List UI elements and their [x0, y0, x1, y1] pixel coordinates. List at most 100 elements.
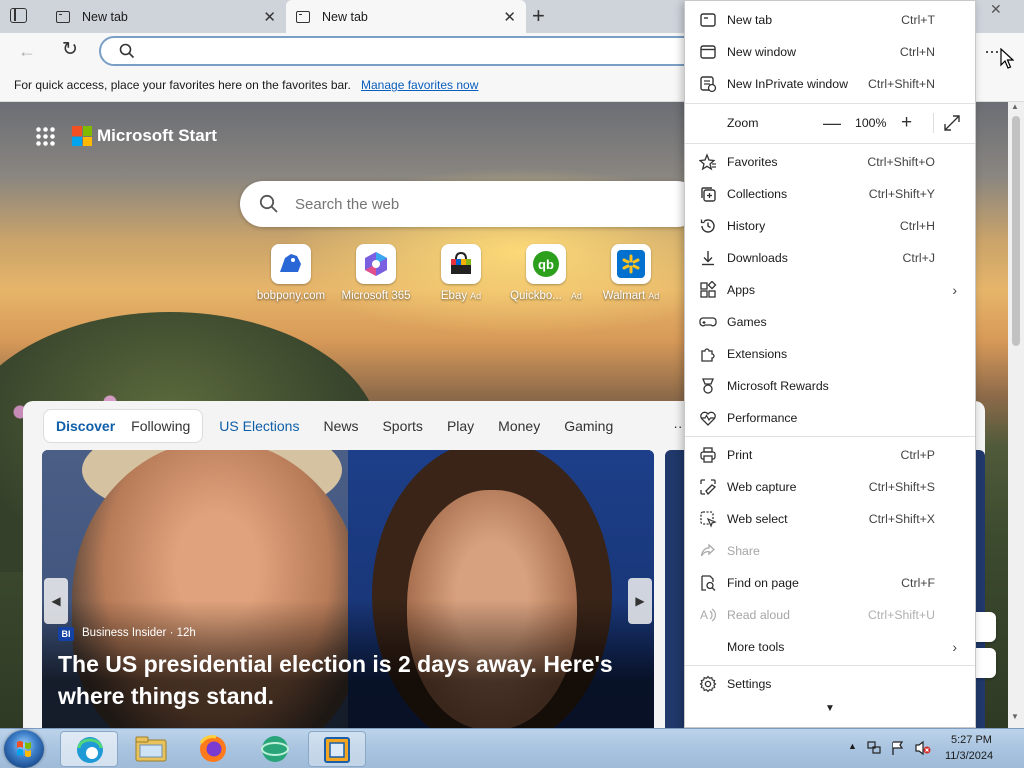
quick-link-bobpony[interactable]: bobpony.com	[251, 244, 331, 302]
menu-item-settings[interactable]: Settings	[685, 668, 975, 700]
menu-item-zoom: Zoom — 100% +	[685, 107, 975, 139]
taskbar-edge-button[interactable]	[60, 731, 118, 767]
menu-item-favorites[interactable]: Favorites Ctrl+Shift+O	[685, 146, 975, 178]
address-bar[interactable]	[99, 36, 759, 66]
favorites-bar-hint: For quick access, place your favorites h…	[14, 78, 351, 92]
menu-item-label: Extensions	[727, 347, 788, 361]
taskbar-virtualbox-button[interactable]	[308, 731, 366, 767]
quick-link-ebay[interactable]: Ebay Ad	[421, 244, 501, 302]
back-button[interactable]: ←	[18, 41, 36, 62]
scroll-up-arrow-icon[interactable]: ▲	[1011, 102, 1019, 111]
refresh-button[interactable]: ↻	[62, 38, 78, 61]
menu-item-new-window[interactable]: New window Ctrl+N	[685, 36, 975, 68]
collections-icon	[701, 187, 716, 202]
menu-item-web-select[interactable]: Web select Ctrl+Shift+X	[685, 503, 975, 535]
zoom-out-button[interactable]: —	[823, 113, 841, 134]
action-center-flag-icon[interactable]	[890, 740, 906, 756]
quickbooks-icon: qb	[526, 244, 566, 284]
menu-item-shortcut: Ctrl+Shift+Y	[868, 187, 935, 201]
web-search-placeholder: Search the web	[295, 196, 400, 213]
settings-and-more-menu: New tab Ctrl+T New window Ctrl+N New InP…	[684, 0, 976, 728]
menu-item-performance[interactable]: Performance	[685, 402, 975, 434]
menu-item-downloads[interactable]: Downloads Ctrl+J	[685, 242, 975, 274]
svg-text:qb: qb	[538, 257, 554, 272]
web-search-box[interactable]: Search the web	[240, 181, 700, 227]
tab-money[interactable]: Money	[498, 418, 540, 434]
app-launcher-icon[interactable]	[35, 126, 55, 146]
manage-favorites-link[interactable]: Manage favorites now	[361, 78, 478, 92]
fullscreen-icon[interactable]	[943, 114, 961, 132]
menu-item-more-tools[interactable]: More tools ›	[685, 631, 975, 663]
settings-and-more-button[interactable]: ···	[984, 41, 1000, 62]
clock-time[interactable]: 5:27 PM	[951, 734, 992, 746]
tab-new-tab-1[interactable]: New tab ✕	[46, 0, 286, 33]
menu-item-web-capture[interactable]: Web capture Ctrl+Shift+S	[685, 471, 975, 503]
mouse-cursor-icon	[1000, 48, 1014, 69]
menu-item-new-inprivate-window[interactable]: New InPrivate window Ctrl+Shift+N	[685, 68, 975, 100]
menu-item-print[interactable]: Print Ctrl+P	[685, 439, 975, 471]
tab-following[interactable]: Following	[123, 418, 198, 434]
read-aloud-icon: A	[700, 608, 716, 622]
volume-muted-icon[interactable]	[914, 740, 932, 756]
feed-mode-toggle: Discover Following	[43, 409, 204, 443]
taskbar-file-explorer-button[interactable]	[122, 731, 180, 767]
menu-item-collections[interactable]: Collections Ctrl+Shift+Y	[685, 178, 975, 210]
extensions-icon	[701, 348, 715, 362]
quick-link-quickbooks[interactable]: qb Quickbo... Ad	[506, 244, 586, 302]
tab-actions-menu-icon[interactable]	[10, 8, 27, 23]
zoom-level: 100%	[855, 116, 887, 130]
window-close-button[interactable]: ✕	[990, 1, 1002, 18]
menu-item-label: New InPrivate window	[727, 77, 848, 91]
clock-date[interactable]: 11/3/2024	[945, 750, 993, 762]
close-tab-icon[interactable]: ✕	[503, 8, 516, 26]
print-icon	[700, 447, 716, 463]
carousel-prev-button[interactable]: ◀	[44, 578, 68, 624]
menu-item-find-on-page[interactable]: Find on page Ctrl+F	[685, 567, 975, 599]
menu-separator	[685, 665, 975, 666]
quick-link-walmart[interactable]: Walmart Ad	[591, 244, 671, 302]
show-hidden-icons-icon[interactable]: ▲	[848, 741, 857, 751]
performance-icon	[700, 411, 716, 426]
menu-item-shortcut: Ctrl+J	[902, 251, 935, 265]
menu-item-games[interactable]: Games	[685, 306, 975, 338]
menu-item-shortcut: Ctrl+F	[901, 576, 935, 590]
tab-news[interactable]: News	[323, 418, 358, 434]
article-headline[interactable]: The US presidential election is 2 days a…	[58, 648, 638, 712]
menu-item-history[interactable]: History Ctrl+H	[685, 210, 975, 242]
menu-item-microsoft-rewards[interactable]: Microsoft Rewards	[685, 370, 975, 402]
history-icon	[700, 219, 715, 233]
quick-link-microsoft-365[interactable]: Microsoft 365	[336, 244, 416, 302]
page-scrollbar[interactable]: ▲ ▼	[1008, 102, 1024, 728]
brand-name[interactable]: Microsoft Start	[97, 126, 217, 146]
network-icon[interactable]	[866, 740, 882, 756]
find-icon	[701, 575, 716, 591]
tab-us-elections[interactable]: US Elections	[219, 418, 299, 434]
scrollbar-thumb[interactable]	[1012, 116, 1020, 346]
quick-link-label: Quickbo...	[510, 290, 562, 302]
hero-news-card[interactable]: ◀ ▶ BI Business Insider · 12h The US pre…	[42, 450, 654, 735]
edge-icon	[77, 737, 103, 763]
carousel-next-button[interactable]: ▶	[628, 578, 652, 624]
menu-item-shortcut: Ctrl+P	[900, 448, 935, 462]
new-tab-button[interactable]: +	[532, 3, 545, 29]
menu-item-extensions[interactable]: Extensions	[685, 338, 975, 370]
scroll-down-arrow-icon[interactable]: ▼	[1011, 712, 1019, 721]
tab-discover[interactable]: Discover	[48, 418, 123, 434]
menu-item-shortcut: Ctrl+Shift+U	[868, 608, 935, 622]
tab-new-tab-2-active[interactable]: New tab ✕	[286, 0, 526, 33]
menu-scroll-down-icon[interactable]: ▼	[825, 703, 835, 714]
app-globe-icon	[261, 736, 289, 762]
article-source: Business Insider · 12h	[82, 627, 196, 639]
tab-sports[interactable]: Sports	[382, 418, 422, 434]
taskbar-firefox-button[interactable]	[184, 731, 242, 767]
menu-item-new-tab[interactable]: New tab Ctrl+T	[685, 4, 975, 36]
firefox-icon	[199, 735, 226, 762]
close-tab-icon[interactable]: ✕	[263, 8, 276, 26]
zoom-in-button[interactable]: +	[901, 112, 912, 134]
taskbar-app-button[interactable]	[246, 731, 304, 767]
tab-play[interactable]: Play	[447, 418, 474, 434]
start-button[interactable]	[4, 730, 44, 768]
menu-item-apps[interactable]: Apps ›	[685, 274, 975, 306]
menu-item-shortcut: Ctrl+N	[899, 45, 935, 59]
tab-gaming[interactable]: Gaming	[564, 418, 613, 434]
